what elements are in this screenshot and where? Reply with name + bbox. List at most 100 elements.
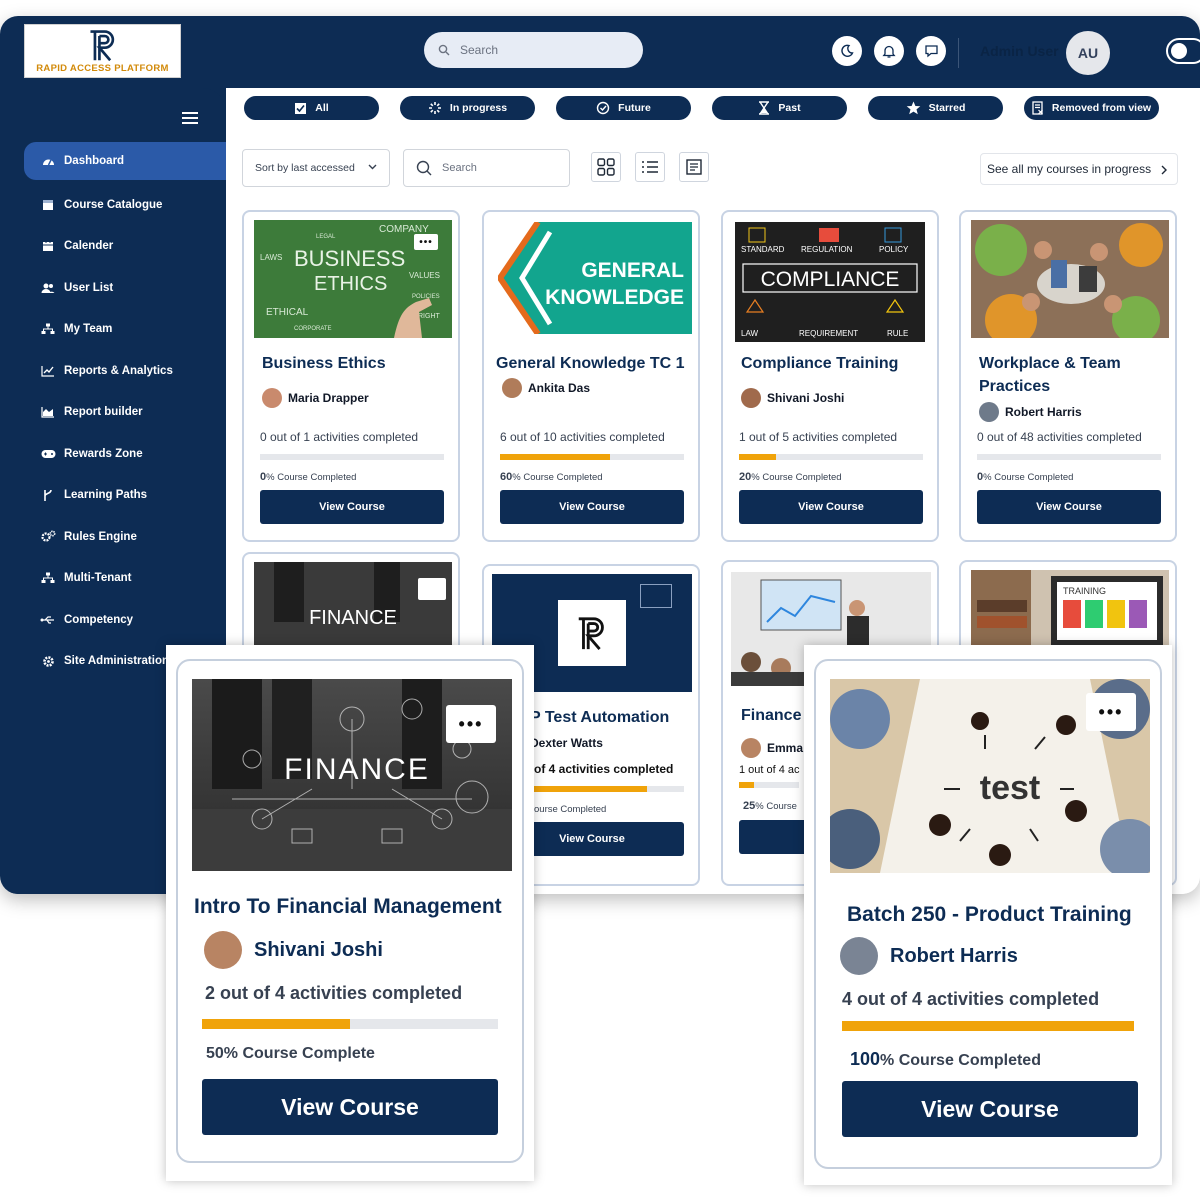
percent-label: % Course Completed — [266, 472, 357, 483]
sidebar-item-reports-analytics[interactable]: Reports & Analytics — [24, 350, 226, 392]
more-options-button[interactable]: ••• — [1086, 693, 1136, 731]
course-percent: 20% Course Completed — [739, 471, 842, 483]
view-course-button[interactable]: View Course — [260, 490, 444, 524]
more-options-button[interactable] — [418, 578, 446, 600]
logo-mark-icon — [578, 617, 604, 651]
sidebar-item-label: Competency — [64, 613, 134, 626]
sidebar-item-calender[interactable]: Calender — [24, 226, 226, 268]
view-course-button[interactable]: View Course — [202, 1079, 498, 1135]
sidebar-item-my-team[interactable]: My Team — [24, 309, 226, 351]
filter-future[interactable]: Future — [556, 96, 691, 120]
header-search-input[interactable]: Search — [424, 32, 643, 68]
sidebar-item-learning-paths[interactable]: Learning Paths — [24, 475, 226, 517]
thumb-title: COMPLIANCE — [761, 268, 900, 291]
sidebar-item-label: Course Catalogue — [64, 198, 163, 211]
user-avatar[interactable]: AU — [1066, 31, 1110, 75]
progress-bar — [260, 454, 444, 460]
sort-select[interactable]: Sort by last accessed — [242, 149, 390, 187]
finance-image: FINANCE — [254, 562, 452, 652]
sidebar-item-multi-tenant[interactable]: Multi-Tenant — [24, 558, 226, 600]
course-title[interactable]: Business Ethics — [262, 352, 452, 375]
thumb-word: CORPORATE — [294, 326, 332, 332]
logo-tile — [558, 600, 626, 666]
instructor-avatar — [741, 738, 761, 758]
course-title[interactable]: Compliance Training — [741, 352, 931, 375]
course-card[interactable]: Workplace & Team Practices Robert Harris… — [959, 210, 1177, 542]
more-options-button[interactable]: ••• — [414, 234, 438, 250]
sidebar-item-competency[interactable]: Competency — [24, 599, 226, 641]
filter-all[interactable]: All — [244, 96, 379, 120]
sidebar-item-rewards-zone[interactable]: Rewards Zone — [24, 433, 226, 475]
filter-starred[interactable]: Starred — [868, 96, 1003, 120]
course-card[interactable]: GENERAL KNOWLEDGE General Knowledge TC 1… — [482, 210, 700, 542]
course-percent: 50% Course Complete — [206, 1045, 375, 1062]
menu-toggle-icon[interactable] — [182, 112, 198, 124]
top-bar: RAPID ACCESS PLATFORM Search Admin User … — [0, 16, 1200, 88]
view-course-button[interactable]: View Course — [739, 490, 923, 524]
summary-view-button[interactable] — [679, 152, 709, 182]
course-card[interactable]: STANDARD REGULATION POLICY COMPLIANCE LA… — [721, 210, 939, 542]
course-title[interactable]: General Knowledge TC 1 — [496, 352, 696, 375]
filter-past[interactable]: Past — [712, 96, 847, 120]
progress-fill — [739, 454, 776, 460]
theme-toggle[interactable] — [1166, 38, 1200, 64]
instructor-avatar — [741, 388, 761, 408]
see-all-courses-link[interactable]: See all my courses in progress — [980, 153, 1178, 185]
sidebar-item-rules-engine[interactable]: Rules Engine — [24, 516, 226, 558]
sidebar-item-dashboard[interactable]: Dashboard — [24, 142, 226, 180]
course-title[interactable]: Batch 250 - Product Training — [847, 903, 1132, 927]
course-title[interactable]: Intro To Financial Management — [194, 895, 502, 919]
percent-value: 25 — [743, 800, 756, 812]
instructor-name: Shivani Joshi — [767, 391, 845, 405]
instructor-avatar — [204, 931, 242, 969]
moon-icon — [841, 44, 854, 57]
filter-label: Starred — [928, 102, 966, 114]
list-view-button[interactable] — [635, 152, 665, 182]
grid-view-button[interactable] — [591, 152, 621, 182]
future-check-icon — [596, 101, 610, 115]
dashboard-icon — [40, 156, 56, 167]
activities-completed: 4 out of 4 activities completed — [842, 989, 1100, 1009]
grid-icon — [597, 158, 615, 176]
instructor-avatar — [840, 937, 878, 975]
messages-button[interactable] — [916, 36, 946, 66]
course-instructor: Ankita Das — [502, 378, 590, 398]
featured-course-card[interactable]: FINANCE ••• Intro To Financial Managemen… — [166, 645, 534, 1181]
view-course-button[interactable]: View Course — [977, 490, 1161, 524]
sort-label: Sort by last accessed — [255, 162, 355, 174]
course-card[interactable]: BUSINESS ETHICS COMPANY LAWS VALUES ETHI… — [242, 210, 460, 542]
view-course-button[interactable]: View Course — [842, 1081, 1138, 1137]
search-placeholder: Search — [442, 162, 477, 174]
sidebar-item-label: Site Administration — [64, 655, 169, 668]
brand-logo[interactable]: RAPID ACCESS PLATFORM — [24, 24, 181, 78]
summary-icon — [686, 159, 702, 175]
course-percent: ourse Completed — [534, 804, 607, 815]
instructor-name: Dexter Watts — [530, 736, 603, 750]
thumb-word: REQUIREMENT — [799, 329, 858, 338]
course-title[interactable]: P Test Automation — [530, 706, 698, 729]
sidebar-item-user-list[interactable]: User List — [24, 267, 226, 309]
filter-in-progress[interactable]: In progress — [400, 96, 535, 120]
instructor-name: Robert Harris — [890, 944, 1018, 967]
sidebar-item-course-catalogue[interactable]: Course Catalogue — [24, 184, 226, 226]
dark-mode-button[interactable] — [832, 36, 862, 66]
view-course-button[interactable]: View Course — [500, 490, 684, 524]
filter-removed-from-view[interactable]: Removed from view — [1024, 96, 1159, 120]
notifications-button[interactable] — [874, 36, 904, 66]
course-search-input[interactable]: Search — [403, 149, 570, 187]
filter-label: All — [315, 102, 329, 114]
instructor-avatar — [262, 388, 282, 408]
percent-label: % Course Completed — [880, 1052, 1041, 1069]
list-icon — [642, 161, 658, 173]
more-options-button[interactable]: ••• — [446, 705, 496, 743]
more-options-button[interactable] — [640, 584, 672, 608]
featured-course-card[interactable]: test ••• Batch 250 - Product Training Ro… — [804, 645, 1172, 1185]
instructor-name: Ankita Das — [528, 381, 591, 395]
progress-fill — [202, 1019, 350, 1029]
catalogue-icon — [40, 199, 56, 211]
course-title[interactable]: Workplace & Team Practices — [979, 352, 1169, 398]
instructor-avatar — [979, 402, 999, 422]
document-x-icon — [1032, 101, 1043, 115]
user-name[interactable]: Admin User — [980, 43, 1059, 59]
sidebar-item-report-builder[interactable]: Report builder — [24, 392, 226, 434]
